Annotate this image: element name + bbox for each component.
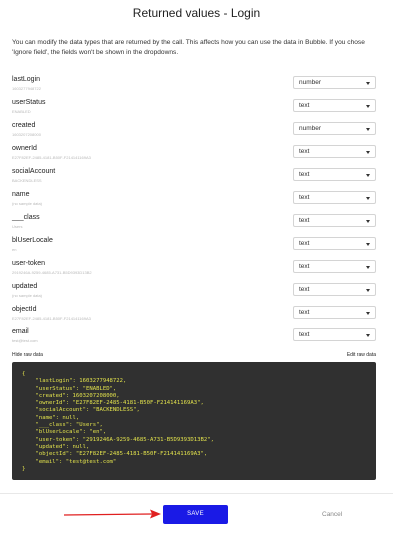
field-row: updated (no sample data) text <box>12 283 376 304</box>
type-dropdown[interactable]: text <box>293 306 376 319</box>
field-name: blUserLocale <box>12 237 53 244</box>
field-row: blUserLocale en text <box>12 237 376 258</box>
type-dropdown[interactable]: text <box>293 328 376 341</box>
chevron-down-icon <box>366 334 370 337</box>
chevron-down-icon <box>366 243 370 246</box>
field-row: lastLogin 1603277948722 number <box>12 76 376 97</box>
type-value: text <box>299 240 310 247</box>
field-row: user-token 2919246A-9259-4685-A731-B5D93… <box>12 260 376 281</box>
field-sample: BACKENDLESS <box>12 178 42 183</box>
field-name: socialAccount <box>12 168 56 175</box>
chevron-down-icon <box>366 82 370 85</box>
field-name: email <box>12 328 29 335</box>
chevron-down-icon <box>366 197 370 200</box>
field-sample: E27F82EF-2485-4181-B50F-F214141169A3 <box>12 155 91 160</box>
type-value: text <box>299 331 310 338</box>
field-name: updated <box>12 283 38 290</box>
field-sample: (no sample data) <box>12 201 43 206</box>
type-value: text <box>299 171 310 178</box>
type-dropdown[interactable]: text <box>293 214 376 227</box>
edit-raw-data-link[interactable]: Edit raw data <box>347 352 376 358</box>
field-name: created <box>12 122 36 129</box>
type-value: text <box>299 309 310 316</box>
type-dropdown[interactable]: text <box>293 237 376 250</box>
hide-raw-data-link[interactable]: Hide raw data <box>12 352 43 358</box>
type-value: text <box>299 217 310 224</box>
intro-text: You can modify the data types that are r… <box>12 39 365 56</box>
type-dropdown[interactable]: text <box>293 283 376 296</box>
field-name: ownerId <box>12 145 37 152</box>
field-row: objectId E27F82EF-2485-4181-B50F-F214141… <box>12 306 376 327</box>
raw-data-code: { "lastLogin": 1603277948722, "userStatu… <box>22 371 214 472</box>
field-sample: en <box>12 247 17 252</box>
save-button[interactable]: SAVE <box>163 505 228 524</box>
field-name: lastLogin <box>12 76 41 83</box>
type-dropdown[interactable]: text <box>293 168 376 181</box>
type-dropdown[interactable]: number <box>293 76 376 89</box>
field-name: userStatus <box>12 99 46 106</box>
field-sample: ENABLED <box>12 109 31 114</box>
type-value: number <box>299 79 322 86</box>
cancel-button[interactable]: Cancel <box>322 511 342 518</box>
chevron-down-icon <box>366 289 370 292</box>
field-row: userStatus ENABLED text <box>12 99 376 120</box>
chevron-down-icon <box>366 128 370 131</box>
type-value: text <box>299 263 310 270</box>
field-sample: (no sample data) <box>12 293 43 298</box>
type-value: text <box>299 286 310 293</box>
field-name: ___class <box>12 214 40 221</box>
field-row: ___class Users text <box>12 214 376 235</box>
field-row: socialAccount BACKENDLESS text <box>12 168 376 189</box>
type-dropdown[interactable]: text <box>293 260 376 273</box>
modal-title: Returned values - Login <box>132 6 261 20</box>
type-value: text <box>299 148 310 155</box>
field-sample: Users <box>12 224 23 229</box>
type-value: number <box>299 125 322 132</box>
type-dropdown[interactable]: text <box>293 191 376 204</box>
field-row: email test@test.com text <box>12 328 376 349</box>
type-value: text <box>299 194 310 201</box>
field-sample: test@test.com <box>12 338 38 343</box>
chevron-down-icon <box>366 105 370 108</box>
red-arrow-icon <box>63 509 161 519</box>
chevron-down-icon <box>366 312 370 315</box>
chevron-down-icon <box>366 220 370 223</box>
field-sample: 1603277948722 <box>12 86 41 91</box>
type-value: text <box>299 102 310 109</box>
field-row: name (no sample data) text <box>12 191 376 212</box>
field-sample: E27F82EF-2485-4181-B50F-F214141169A3 <box>12 316 91 321</box>
chevron-down-icon <box>366 174 370 177</box>
footer-divider <box>0 493 393 494</box>
field-row: ownerId E27F82EF-2485-4181-B50F-F2141411… <box>12 145 376 166</box>
field-name: name <box>12 191 30 198</box>
field-sample: 2919246A-9259-4685-A731-B5D9393D13B2 <box>12 270 92 275</box>
field-row: created 1603207208000 number <box>12 122 376 143</box>
raw-data-panel: { "lastLogin": 1603277948722, "userStatu… <box>12 362 376 480</box>
field-name: objectId <box>12 306 37 313</box>
chevron-down-icon <box>366 266 370 269</box>
type-dropdown[interactable]: text <box>293 99 376 112</box>
field-name: user-token <box>12 260 46 267</box>
field-sample: 1603207208000 <box>12 132 41 137</box>
type-dropdown[interactable]: number <box>293 122 376 135</box>
type-dropdown[interactable]: text <box>293 145 376 158</box>
chevron-down-icon <box>366 151 370 154</box>
